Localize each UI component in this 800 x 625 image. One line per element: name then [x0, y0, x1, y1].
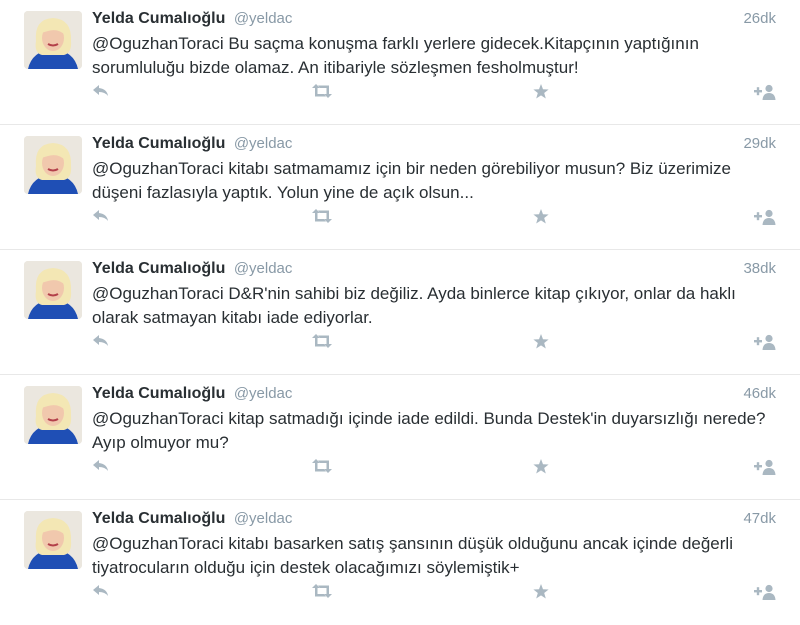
- tweet-header: Yelda Cumalıoğlu @yeldac 47dk: [92, 508, 776, 530]
- user-fullname[interactable]: Yelda Cumalıoğlu: [92, 260, 225, 277]
- reply-icon[interactable]: [92, 459, 114, 479]
- reply-icon[interactable]: [92, 334, 114, 354]
- reply-icon[interactable]: [92, 209, 114, 229]
- star-icon[interactable]: [533, 459, 555, 479]
- user-handle[interactable]: @yeldac: [234, 510, 293, 527]
- user-handle[interactable]: @yeldac: [234, 135, 293, 152]
- tweet-text: @OguzhanToraci kitabı satmamamız için bi…: [92, 159, 731, 202]
- tweet: Yelda Cumalıoğlu @yeldac 29dk @OguzhanTo…: [0, 125, 800, 250]
- tweet-header: Yelda Cumalıoğlu @yeldac 29dk: [92, 133, 776, 155]
- retweet-icon[interactable]: [312, 84, 334, 104]
- user-handle[interactable]: @yeldac: [234, 385, 293, 402]
- user-fullname[interactable]: Yelda Cumalıoğlu: [92, 510, 225, 527]
- follow-icon[interactable]: [754, 334, 776, 354]
- tweet-actions: [92, 84, 776, 104]
- tweet-header: Yelda Cumalıoğlu @yeldac 26dk: [92, 8, 776, 30]
- tweet: Yelda Cumalıoğlu @yeldac 38dk @OguzhanTo…: [0, 250, 800, 375]
- star-icon[interactable]: [533, 84, 555, 104]
- user-fullname[interactable]: Yelda Cumalıoğlu: [92, 10, 225, 27]
- user-handle[interactable]: @yeldac: [234, 260, 293, 277]
- tweet-time[interactable]: 38dk: [743, 258, 776, 280]
- tweet-actions: [92, 334, 776, 354]
- tweet-time[interactable]: 47dk: [743, 508, 776, 530]
- retweet-icon[interactable]: [312, 584, 334, 604]
- tweet-text: @OguzhanToraci Bu saçma konuşma farklı y…: [92, 34, 699, 77]
- avatar[interactable]: [24, 386, 82, 444]
- reply-icon[interactable]: [92, 584, 114, 604]
- tweet-actions: [92, 584, 776, 604]
- retweet-icon[interactable]: [312, 459, 334, 479]
- follow-icon[interactable]: [754, 584, 776, 604]
- avatar[interactable]: [24, 511, 82, 569]
- tweet-feed: Yelda Cumalıoğlu @yeldac 26dk @OguzhanTo…: [0, 0, 800, 625]
- user-fullname[interactable]: Yelda Cumalıoğlu: [92, 385, 225, 402]
- tweet: Yelda Cumalıoğlu @yeldac 47dk @OguzhanTo…: [0, 500, 800, 625]
- tweet-header: Yelda Cumalıoğlu @yeldac 46dk: [92, 383, 776, 405]
- follow-icon[interactable]: [754, 459, 776, 479]
- retweet-icon[interactable]: [312, 334, 334, 354]
- tweet-text: @OguzhanToraci D&R'nin sahibi biz değili…: [92, 284, 736, 327]
- tweet-time[interactable]: 29dk: [743, 133, 776, 155]
- user-handle[interactable]: @yeldac: [234, 10, 293, 27]
- tweet-text: @OguzhanToraci kitap satmadığı içinde ia…: [92, 409, 766, 452]
- tweet: Yelda Cumalıoğlu @yeldac 46dk @OguzhanTo…: [0, 375, 800, 500]
- tweet-actions: [92, 459, 776, 479]
- star-icon[interactable]: [533, 334, 555, 354]
- retweet-icon[interactable]: [312, 209, 334, 229]
- star-icon[interactable]: [533, 209, 555, 229]
- reply-icon[interactable]: [92, 84, 114, 104]
- follow-icon[interactable]: [754, 209, 776, 229]
- tweet: Yelda Cumalıoğlu @yeldac 26dk @OguzhanTo…: [0, 0, 800, 125]
- user-fullname[interactable]: Yelda Cumalıoğlu: [92, 135, 225, 152]
- tweet-time[interactable]: 26dk: [743, 8, 776, 30]
- tweet-time[interactable]: 46dk: [743, 383, 776, 405]
- avatar[interactable]: [24, 136, 82, 194]
- tweet-text: @OguzhanToraci kitabı basarken satış şan…: [92, 534, 733, 577]
- avatar[interactable]: [24, 11, 82, 69]
- tweet-actions: [92, 209, 776, 229]
- follow-icon[interactable]: [754, 84, 776, 104]
- avatar[interactable]: [24, 261, 82, 319]
- star-icon[interactable]: [533, 584, 555, 604]
- tweet-header: Yelda Cumalıoğlu @yeldac 38dk: [92, 258, 776, 280]
